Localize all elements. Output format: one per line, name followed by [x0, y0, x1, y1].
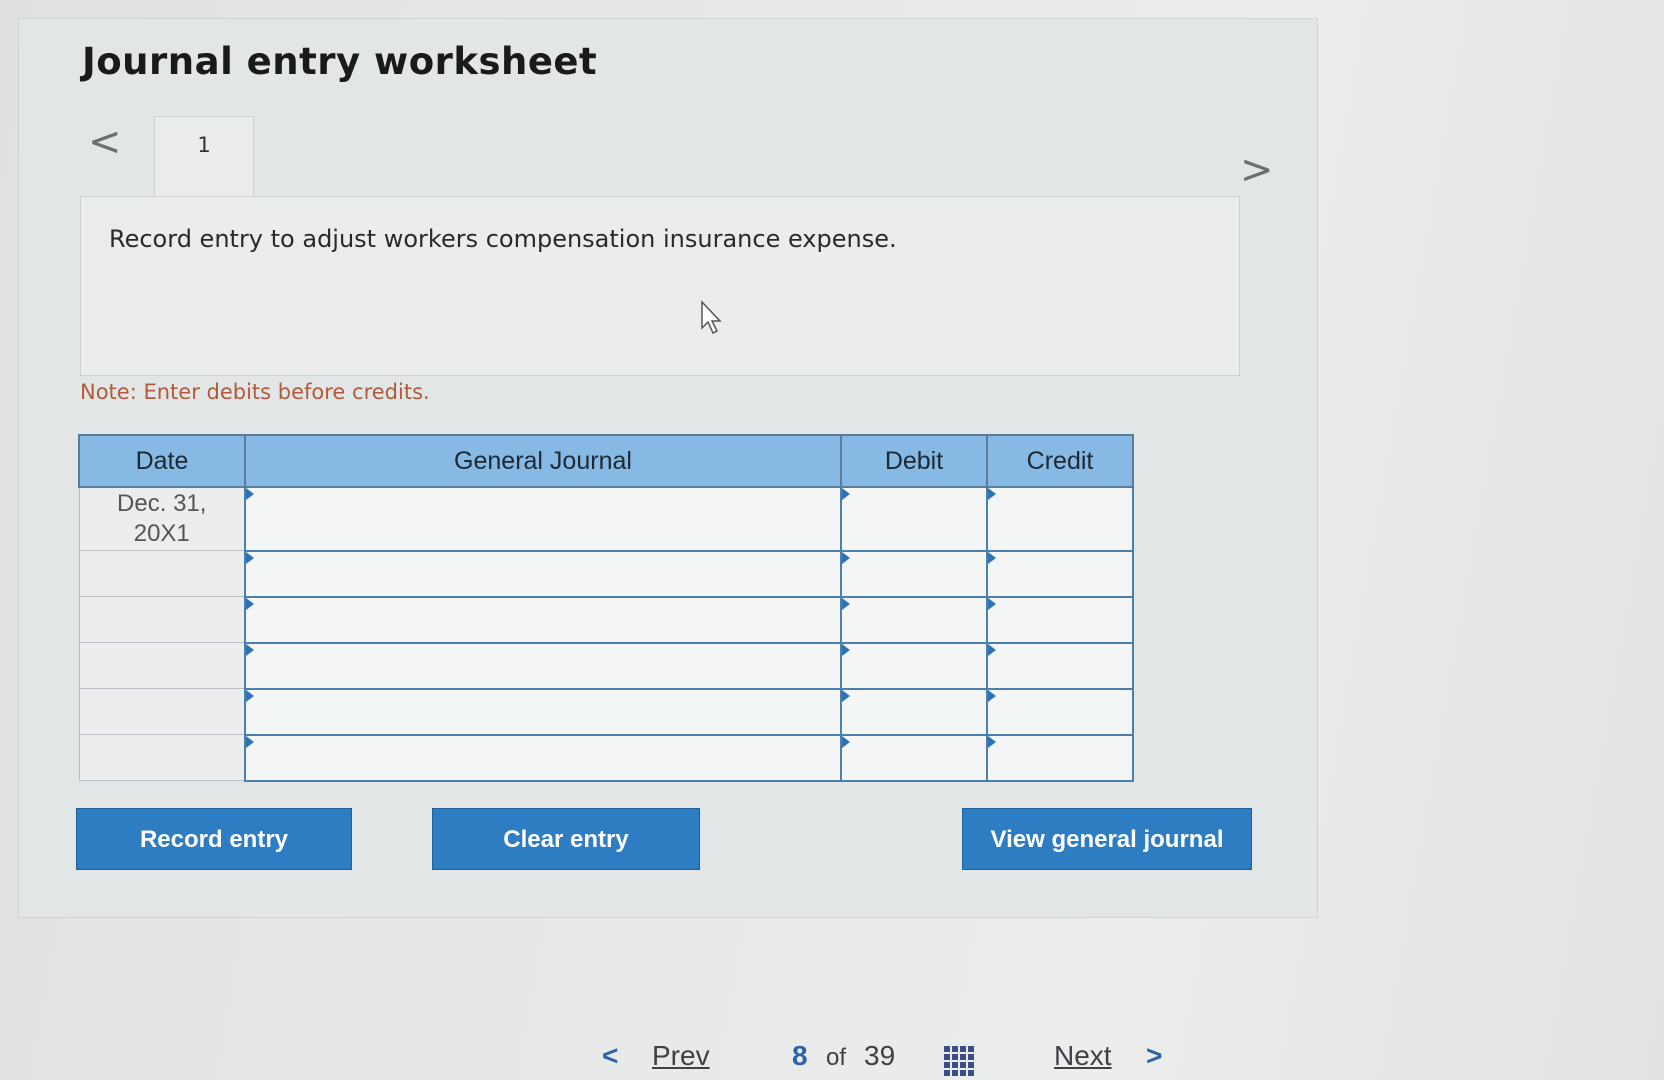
cell-marker-icon	[842, 735, 850, 748]
date-cell	[78, 642, 246, 689]
cell-marker-icon	[246, 488, 254, 500]
credit-input[interactable]	[986, 733, 1134, 782]
clear-entry-button[interactable]: Clear entry	[432, 808, 700, 870]
credit-input[interactable]	[986, 486, 1134, 552]
general-journal-column-header: General Journal	[244, 434, 842, 488]
date-cell	[78, 550, 246, 597]
cell-marker-icon	[988, 643, 996, 656]
cell-marker-icon	[988, 689, 996, 702]
question-grid-icon[interactable]	[944, 1046, 976, 1078]
cell-marker-icon	[246, 597, 254, 610]
current-page-number: 8	[792, 1040, 808, 1071]
table-row	[78, 687, 1134, 736]
credit-input[interactable]	[986, 595, 1134, 644]
credit-input[interactable]	[986, 641, 1134, 690]
cell-marker-icon	[246, 643, 254, 656]
journal-header-row: Date General Journal Debit Credit	[78, 434, 1134, 488]
debit-input[interactable]	[840, 641, 988, 690]
credit-input[interactable]	[986, 549, 1134, 598]
date-cell: Dec. 31, 20X1	[78, 486, 246, 551]
total-pages: 39	[864, 1040, 896, 1071]
cell-marker-icon	[842, 488, 850, 500]
account-input[interactable]	[244, 486, 842, 552]
date-column-header: Date	[78, 434, 246, 488]
debit-column-header: Debit	[840, 434, 988, 488]
cell-marker-icon	[842, 689, 850, 702]
instruction-box: Record entry to adjust workers compensat…	[80, 196, 1240, 376]
prev-link[interactable]: Prev	[652, 1040, 710, 1072]
view-general-journal-button[interactable]: View general journal	[962, 808, 1252, 870]
cell-marker-icon	[842, 597, 850, 610]
debit-input[interactable]	[840, 595, 988, 644]
account-input[interactable]	[244, 549, 842, 598]
note-text: Note: Enter debits before credits.	[80, 380, 430, 404]
page: Journal entry worksheet < > 1 Record ent…	[0, 0, 1664, 1080]
debit-input[interactable]	[840, 687, 988, 736]
date-cell	[78, 596, 246, 643]
cell-marker-icon	[246, 551, 254, 564]
prev-chevron-icon[interactable]: <	[602, 1040, 618, 1072]
cell-marker-icon	[246, 735, 254, 748]
credit-input[interactable]	[986, 687, 1134, 736]
cell-marker-icon	[988, 735, 996, 748]
account-input[interactable]	[244, 641, 842, 690]
table-row	[78, 595, 1134, 644]
record-entry-button[interactable]: Record entry	[76, 808, 352, 870]
next-tab-arrow-icon[interactable]: >	[1240, 150, 1274, 190]
debit-input[interactable]	[840, 733, 988, 782]
prev-tab-arrow-icon[interactable]: <	[88, 122, 122, 162]
date-cell	[78, 688, 246, 735]
cell-marker-icon	[842, 551, 850, 564]
instruction-text: Record entry to adjust workers compensat…	[109, 225, 897, 253]
table-row	[78, 641, 1134, 690]
cell-marker-icon	[988, 488, 996, 500]
mouse-pointer-icon	[701, 300, 722, 335]
table-row	[78, 549, 1134, 598]
next-chevron-icon[interactable]: >	[1146, 1040, 1162, 1072]
cell-marker-icon	[988, 597, 996, 610]
cell-marker-icon	[988, 551, 996, 564]
table-row	[78, 733, 1134, 782]
tab-1[interactable]: 1	[154, 116, 254, 198]
journal-table: Date General Journal Debit Credit Dec. 3…	[78, 434, 1134, 782]
cell-marker-icon	[842, 643, 850, 656]
cell-marker-icon	[246, 689, 254, 702]
credit-column-header: Credit	[986, 434, 1134, 488]
account-input[interactable]	[244, 733, 842, 782]
debit-input[interactable]	[840, 549, 988, 598]
debit-input[interactable]	[840, 486, 988, 552]
of-label: of	[826, 1044, 847, 1071]
date-cell	[78, 734, 246, 781]
next-link[interactable]: Next	[1054, 1040, 1112, 1072]
account-input[interactable]	[244, 595, 842, 644]
worksheet-title: Journal entry worksheet	[82, 40, 598, 83]
table-row: Dec. 31, 20X1	[78, 486, 1134, 552]
account-input[interactable]	[244, 687, 842, 736]
